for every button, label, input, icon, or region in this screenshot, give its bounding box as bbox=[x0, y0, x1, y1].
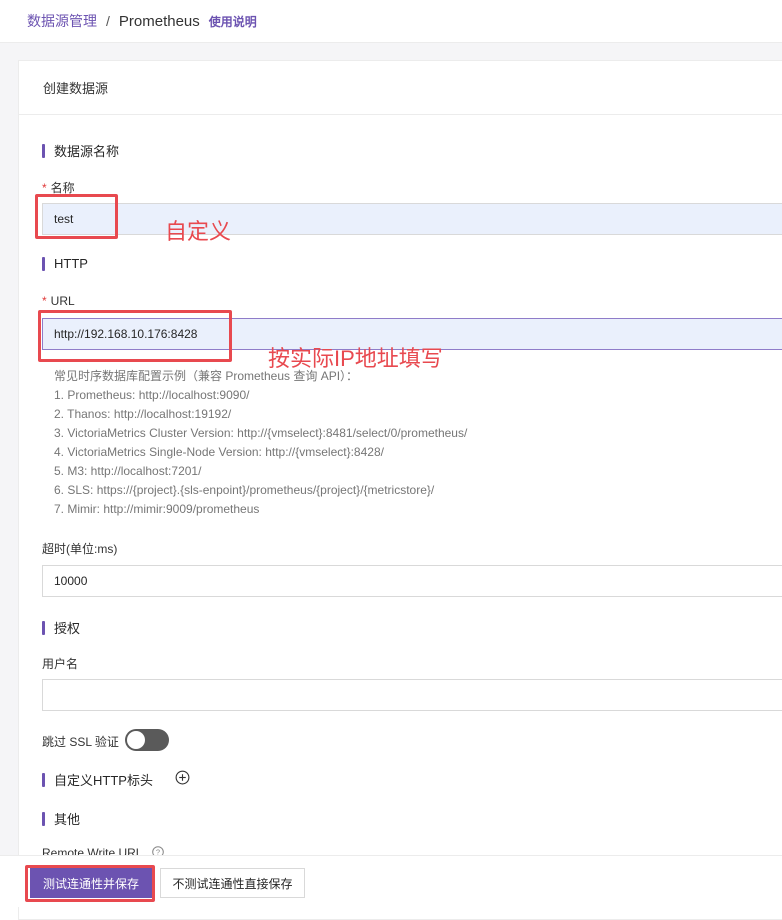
breadcrumb-separator: / bbox=[106, 13, 110, 29]
hint-line: 2. Thanos: http://localhost:19192/ bbox=[54, 407, 232, 421]
save-without-test-button[interactable]: 不测试连通性直接保存 bbox=[160, 868, 305, 898]
section-title-name: 数据源名称 bbox=[42, 141, 119, 160]
help-link[interactable]: 使用说明 bbox=[209, 13, 257, 30]
timeout-input-value: 10000 bbox=[54, 574, 88, 588]
annotation-url-note: 按实际IP地址填写 bbox=[268, 346, 443, 371]
required-mark: * bbox=[42, 294, 47, 308]
required-mark: * bbox=[42, 181, 47, 195]
section-title-auth: 授权 bbox=[42, 618, 80, 637]
section-label: 数据源名称 bbox=[54, 144, 120, 159]
url-field-label: * URL bbox=[42, 294, 75, 308]
annotation-box-submit bbox=[25, 865, 155, 902]
toggle-knob bbox=[127, 731, 145, 749]
url-label-text: URL bbox=[50, 294, 75, 308]
name-input[interactable]: test bbox=[42, 203, 782, 235]
section-marker bbox=[42, 143, 45, 158]
section-label: 其他 bbox=[54, 812, 81, 827]
section-marker bbox=[42, 620, 45, 635]
breadcrumb-current: Prometheus bbox=[118, 12, 200, 30]
skip-ssl-label: 跳过 SSL 验证 bbox=[42, 735, 119, 749]
section-title-headers: 自定义HTTP标头 bbox=[42, 770, 153, 789]
card-title: 创建数据源 bbox=[19, 61, 782, 115]
hint-line: 3. VictoriaMetrics Cluster Version: http… bbox=[54, 426, 468, 440]
username-field-label: 用户名 bbox=[42, 657, 79, 671]
hint-line: 4. VictoriaMetrics Single-Node Version: … bbox=[54, 445, 384, 459]
section-label: 授权 bbox=[54, 621, 81, 636]
section-label: 自定义HTTP标头 bbox=[54, 773, 153, 788]
section-marker bbox=[42, 772, 45, 787]
url-examples-hint: 常见时序数据库配置示例（兼容 Prometheus 查询 API）： 1. Pr… bbox=[54, 367, 467, 519]
section-marker bbox=[42, 256, 45, 271]
username-input[interactable] bbox=[42, 679, 782, 711]
section-label: HTTP bbox=[54, 256, 88, 271]
annotation-box-name bbox=[35, 194, 118, 239]
plus-circle-icon[interactable] bbox=[175, 770, 190, 785]
hint-line: 6. SLS: https://{project}.{sls-enpoint}/… bbox=[54, 483, 435, 497]
name-label-text: 名称 bbox=[50, 181, 75, 195]
breadcrumb: 数据源管理 / Prometheus 使用说明 bbox=[0, 0, 782, 43]
skip-ssl-toggle[interactable] bbox=[125, 729, 169, 751]
annotation-name-note: 自定义 bbox=[165, 219, 232, 244]
hint-line: 5. M3: http://localhost:7201/ bbox=[54, 464, 202, 478]
timeout-input[interactable]: 10000 bbox=[42, 565, 782, 597]
section-title-other: 其他 bbox=[42, 809, 80, 828]
hint-line: 7. Mimir: http://mimir:9009/prometheus bbox=[54, 502, 260, 516]
annotation-box-url bbox=[38, 310, 232, 362]
section-marker bbox=[42, 811, 45, 826]
timeout-field-label: 超时(单位:ms) bbox=[42, 542, 118, 556]
hint-line: 1. Prometheus: http://localhost:9090/ bbox=[54, 388, 250, 402]
breadcrumb-datasource-link[interactable]: 数据源管理 bbox=[27, 11, 97, 31]
section-title-http: HTTP bbox=[42, 256, 88, 271]
